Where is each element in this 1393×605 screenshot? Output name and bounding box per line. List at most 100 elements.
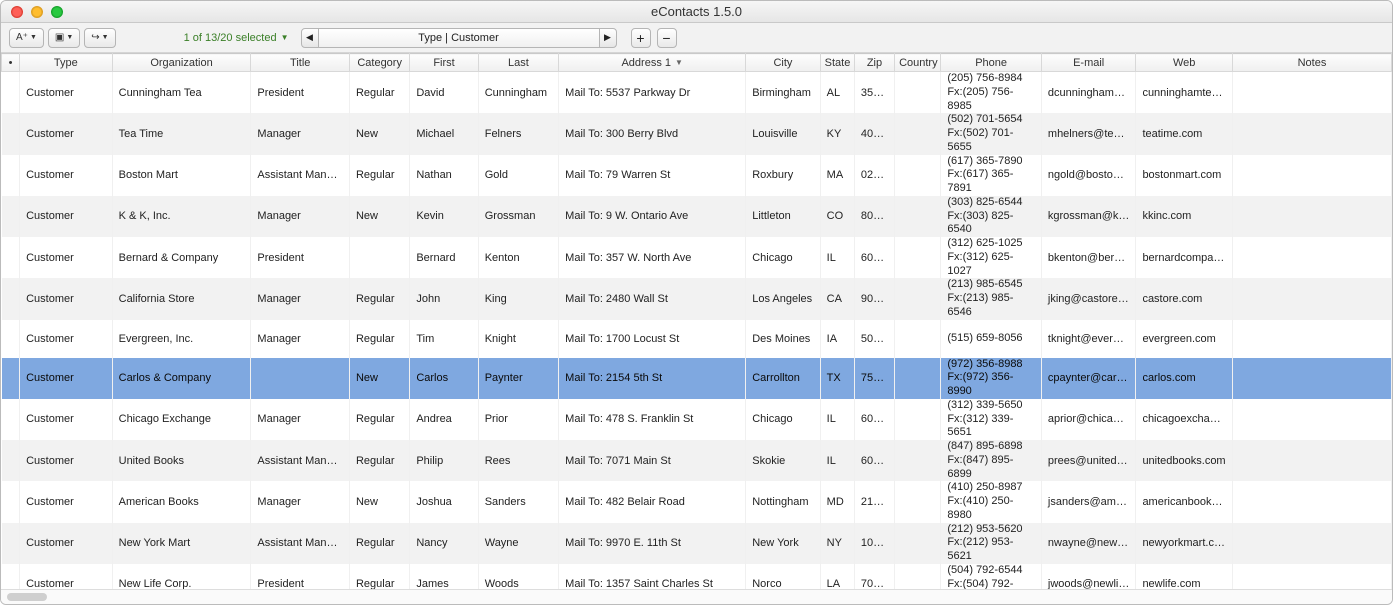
minimize-window-button[interactable] — [31, 6, 43, 18]
col-phone[interactable]: Phone — [941, 54, 1042, 72]
table-container[interactable]: • Type Organization Title Category First… — [1, 53, 1392, 589]
col-email[interactable]: E-mail — [1041, 54, 1136, 72]
table-row[interactable]: CustomerUnited BooksAssistant ManagerReg… — [2, 440, 1392, 481]
cell-country — [895, 320, 941, 358]
cell-web: castore.com — [1136, 278, 1233, 319]
cell-org: California Store — [112, 278, 251, 319]
cell-type: Customer — [20, 113, 113, 154]
cell-web: chicagoexchange.com — [1136, 399, 1233, 440]
cell-phone: (205) 756-8984Fx:(205) 756-8985 — [941, 72, 1042, 114]
cell-state: CA — [820, 278, 854, 319]
table-row[interactable]: CustomerAmerican BooksManagerNewJoshuaSa… — [2, 481, 1392, 522]
cell-email: dcunningham@cunninghamtea.com — [1041, 72, 1136, 114]
table-row[interactable]: CustomerNew Life Corp.PresidentRegularJa… — [2, 564, 1392, 589]
cell-type: Customer — [20, 358, 113, 399]
horizontal-scrollbar[interactable] — [7, 593, 47, 601]
col-organization[interactable]: Organization — [112, 54, 251, 72]
titlebar: eContacts 1.5.0 — [1, 1, 1392, 23]
cell-cat: Regular — [349, 278, 409, 319]
cell-org: Cunningham Tea — [112, 72, 251, 114]
selection-indicator[interactable]: 1 of 13/20 selected ▼ — [184, 32, 289, 44]
close-window-button[interactable] — [11, 6, 23, 18]
cell-web: unitedbooks.com — [1136, 440, 1233, 481]
table-row[interactable]: CustomerCalifornia StoreManagerRegularJo… — [2, 278, 1392, 319]
remove-record-button[interactable]: − — [657, 28, 677, 48]
col-country[interactable]: Country — [895, 54, 941, 72]
cell-type: Customer — [20, 523, 113, 564]
col-notes[interactable]: Notes — [1232, 54, 1391, 72]
col-zip[interactable]: Zip — [854, 54, 894, 72]
table-row[interactable]: CustomerCunningham TeaPresidentRegularDa… — [2, 72, 1392, 114]
export-button[interactable]: ↪▼ — [84, 28, 115, 48]
cell-first: Bernard — [410, 237, 478, 278]
cell-state: AL — [820, 72, 854, 114]
table-row[interactable]: CustomerChicago ExchangeManagerRegularAn… — [2, 399, 1392, 440]
chevron-down-icon: ▼ — [30, 34, 37, 41]
table-row[interactable]: CustomerK & K, Inc.ManagerNewKevinGrossm… — [2, 196, 1392, 237]
cell-first: Andrea — [410, 399, 478, 440]
col-address1[interactable]: Address 1▼ — [559, 54, 746, 72]
col-category[interactable]: Category — [349, 54, 409, 72]
cell-org: American Books — [112, 481, 251, 522]
table-row[interactable]: CustomerTea TimeManagerNewMichaelFelners… — [2, 113, 1392, 154]
cell-city: Carrollton — [746, 358, 820, 399]
cell-title: President — [251, 564, 350, 589]
col-web[interactable]: Web — [1136, 54, 1233, 72]
col-state[interactable]: State — [820, 54, 854, 72]
cell-notes — [1232, 155, 1391, 196]
nav-next-button[interactable]: ▶ — [599, 28, 617, 48]
cell-email: ngold@bostonmart.com — [1041, 155, 1136, 196]
cell-zip: 35209 — [854, 72, 894, 114]
cell-type: Customer — [20, 278, 113, 319]
zoom-window-button[interactable] — [51, 6, 63, 18]
add-record-button[interactable]: + — [631, 28, 651, 48]
cell-email: cpaynter@carlos.com — [1041, 358, 1136, 399]
cell-state: KY — [820, 113, 854, 154]
col-title[interactable]: Title — [251, 54, 350, 72]
col-last[interactable]: Last — [478, 54, 558, 72]
cell-last: Kenton — [478, 237, 558, 278]
col-first[interactable]: First — [410, 54, 478, 72]
cell-addr: Mail To: 478 S. Franklin St — [559, 399, 746, 440]
cell-notes — [1232, 440, 1391, 481]
cell-state: CO — [820, 196, 854, 237]
header-row: • Type Organization Title Category First… — [2, 54, 1392, 72]
table-row[interactable]: CustomerCarlos & CompanyNewCarlosPaynter… — [2, 358, 1392, 399]
cell-web: bernardcompany.com — [1136, 237, 1233, 278]
cell-cat: Regular — [349, 564, 409, 589]
cell-first: Nancy — [410, 523, 478, 564]
table-row[interactable]: CustomerNew York MartAssistant ManagerRe… — [2, 523, 1392, 564]
col-type[interactable]: Type — [20, 54, 113, 72]
cell-addr: Mail To: 5537 Parkway Dr — [559, 72, 746, 114]
table-row[interactable]: CustomerBernard & CompanyPresidentBernar… — [2, 237, 1392, 278]
cell-first: David — [410, 72, 478, 114]
cell-marker — [2, 440, 20, 481]
cell-email: jsanders@americanbooks.com — [1041, 481, 1136, 522]
cell-addr: Mail To: 482 Belair Road — [559, 481, 746, 522]
cell-marker — [2, 72, 20, 114]
cell-notes — [1232, 564, 1391, 589]
layout-button[interactable]: ▣▼ — [48, 28, 80, 48]
table-row[interactable]: CustomerEvergreen, Inc.ManagerRegularTim… — [2, 320, 1392, 358]
cell-addr: Mail To: 357 W. North Ave — [559, 237, 746, 278]
cell-state: IL — [820, 399, 854, 440]
cell-state: LA — [820, 564, 854, 589]
cell-email: mhelners@teatime.com — [1041, 113, 1136, 154]
cell-zip: 60607 — [854, 399, 894, 440]
cell-first: Joshua — [410, 481, 478, 522]
cell-first: Kevin — [410, 196, 478, 237]
filter-breadcrumb[interactable]: Type | Customer — [319, 28, 599, 48]
table-row[interactable]: CustomerBoston MartAssistant ManagerRegu… — [2, 155, 1392, 196]
cell-zip: 80128 — [854, 196, 894, 237]
nav-prev-button[interactable]: ◀ — [301, 28, 319, 48]
col-marker[interactable]: • — [2, 54, 20, 72]
bottom-bar — [1, 589, 1392, 604]
cell-zip: 70079 — [854, 564, 894, 589]
font-size-button[interactable]: A⁺▼ — [9, 28, 44, 48]
cell-org: Tea Time — [112, 113, 251, 154]
cell-email: jking@castore.com — [1041, 278, 1136, 319]
cell-email: prees@unitedbooks.com — [1041, 440, 1136, 481]
col-city[interactable]: City — [746, 54, 820, 72]
cell-notes — [1232, 358, 1391, 399]
cell-addr: Mail To: 2154 5th St — [559, 358, 746, 399]
